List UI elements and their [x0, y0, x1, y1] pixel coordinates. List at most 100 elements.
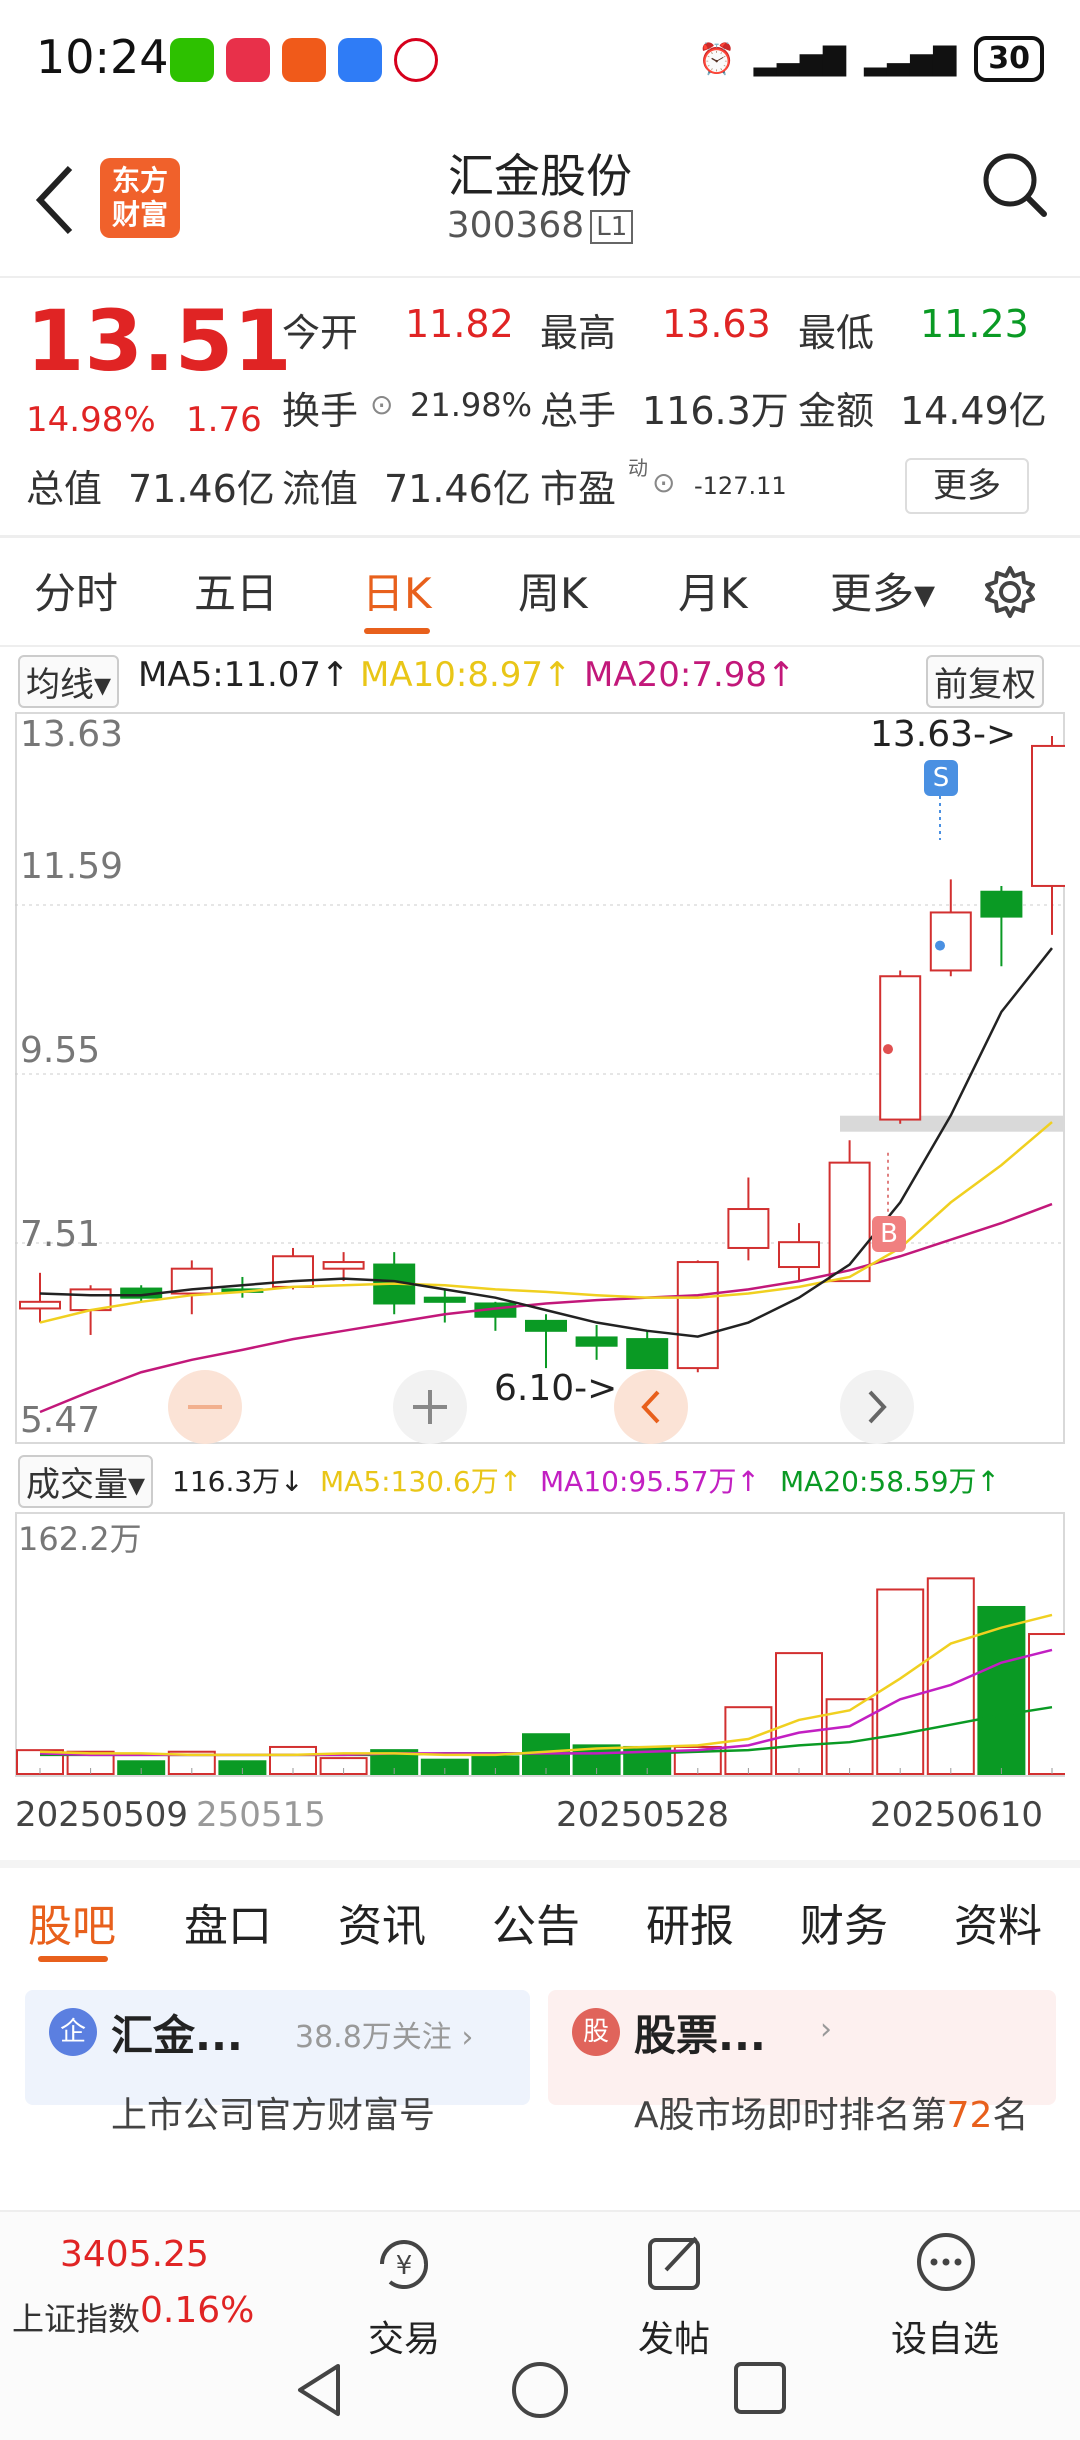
search-icon[interactable] — [980, 150, 1050, 220]
amount-label: 金额 — [798, 389, 875, 433]
volume-ma5: MA5:130.6万↑ — [320, 1465, 523, 1498]
nav-back-icon[interactable] — [290, 2360, 350, 2420]
stock-rank-card[interactable]: 股 股票... › A股市场即时排名第72名 — [548, 1990, 1056, 2136]
pe-info-icon[interactable]: ⊙ — [652, 466, 675, 499]
low-label: 最低 — [798, 311, 875, 355]
volume-selector[interactable]: 成交量▾ — [18, 1455, 154, 1508]
tab-finance[interactable]: 财务 — [800, 1890, 888, 1954]
date-label-4: 20250610 — [870, 1795, 1044, 1835]
stock-name: 汇金股份 — [448, 149, 632, 203]
rank-card-subtitle: A股市场即时排名第72名 — [634, 2086, 1028, 2138]
adjust-selector[interactable]: 前复权 — [926, 655, 1044, 708]
ma20-label: MA20:7.98↑ — [584, 655, 796, 695]
kline-chart[interactable] — [15, 712, 1065, 1444]
date-label-3: 20250528 — [556, 1795, 730, 1835]
change-amount: 1.76 — [186, 400, 262, 440]
candle-down — [626, 1338, 669, 1370]
candle-up — [727, 1208, 770, 1249]
rank-text-a: A股市场即时排名第 — [634, 2095, 947, 2136]
turnover-label: 换手 — [282, 389, 359, 433]
stock-code: 300368 — [446, 205, 585, 246]
more-options-icon[interactable] — [914, 2230, 978, 2294]
ma-selector[interactable]: 均线▾ — [18, 655, 120, 708]
volume-bar-up — [876, 1588, 925, 1775]
message-icon — [338, 38, 382, 82]
buy-badge[interactable]: B — [872, 1216, 906, 1252]
volume-chart[interactable] — [15, 1512, 1065, 1777]
amount-value: 14.49亿 — [900, 389, 1047, 433]
volume-ma10: MA10:95.57万↑ — [540, 1465, 760, 1498]
volume-current: 116.3万↓ — [172, 1465, 304, 1498]
pe-superscript: 动 — [628, 456, 648, 480]
cost-band — [840, 1115, 1065, 1132]
index-name[interactable]: 上证指数 — [12, 2294, 140, 2340]
system-nav-bar — [0, 2340, 1080, 2440]
open-value: 11.82 — [405, 302, 514, 346]
tab-intraday[interactable]: 分时 — [34, 560, 118, 621]
high-label: 最高 — [540, 311, 617, 355]
company-card-title: 汇金... — [111, 2011, 243, 2060]
date-label-1: 20250509 — [15, 1795, 189, 1835]
active-tab-indicator — [364, 628, 430, 634]
sell-badge[interactable]: S — [924, 760, 958, 796]
tab-monthly-k[interactable]: 月K — [678, 560, 748, 621]
company-account-card[interactable]: 企 汇金... 38.8万关注 › 上市公司官方财富号 — [25, 1990, 530, 2136]
trade-icon[interactable]: ¥ — [370, 2234, 438, 2294]
low-value: 11.23 — [920, 302, 1029, 346]
info-icon[interactable]: ⊙ — [370, 388, 393, 421]
change-percent: 14.98% — [26, 400, 156, 440]
float-cap-value: 71.46亿 — [384, 467, 531, 511]
tab-more[interactable]: 更多▾ — [830, 560, 935, 621]
status-time: 10:24 — [36, 30, 169, 84]
tab-five-day[interactable]: 五日 — [194, 560, 278, 621]
candle-up — [929, 911, 972, 972]
tab-forum[interactable]: 股吧 — [28, 1890, 116, 1954]
volume-bar-up — [775, 1652, 823, 1776]
tab-profile[interactable]: 资料 — [954, 1890, 1042, 1954]
candle-down — [575, 1336, 618, 1347]
tab-daily-k[interactable]: 日K — [362, 560, 432, 621]
nav-home-icon[interactable] — [508, 2360, 572, 2424]
company-badge-icon: 企 — [49, 2008, 97, 2056]
pe-label: 市盈 — [540, 467, 617, 511]
float-cap-label: 流值 — [282, 467, 359, 511]
turnover-value: 21.98% — [410, 386, 533, 424]
post-icon[interactable] — [644, 2230, 708, 2294]
ma10-label: MA10:8.97↑ — [360, 655, 572, 695]
volume-max-label: 162.2万 — [18, 1520, 142, 1558]
date-label-2: 250515 — [196, 1795, 326, 1835]
tab-announcements[interactable]: 公告 — [492, 1890, 580, 1954]
gear-icon[interactable] — [980, 562, 1040, 622]
index-change[interactable]: 0.16% — [140, 2290, 254, 2331]
zoom-in-button[interactable] — [393, 1370, 467, 1444]
market-cap-label: 总值 — [26, 467, 103, 511]
nav-recents-icon[interactable] — [730, 2360, 790, 2420]
candle-up — [19, 1300, 61, 1310]
signal-icon-1: ▂▃▅▇ — [753, 41, 846, 77]
bank-icon — [394, 38, 438, 82]
tab-research[interactable]: 研报 — [646, 1890, 734, 1954]
signal-icon-2: ▂▃▅▇ — [863, 41, 957, 77]
forum-tab-indicator — [38, 1956, 108, 1962]
candle-up — [322, 1261, 365, 1270]
tab-news[interactable]: 资讯 — [338, 1890, 426, 1954]
tab-weekly-k[interactable]: 周K — [518, 560, 588, 621]
chevron-right-icon: › — [820, 2012, 832, 2047]
tabs-divider — [0, 645, 1080, 647]
more-button[interactable]: 更多 — [905, 458, 1029, 514]
axis-label-bottom: 5.47 — [20, 1400, 101, 1441]
scroll-right-button[interactable] — [840, 1370, 914, 1444]
wechat-icon — [170, 38, 214, 82]
orange-app-icon — [282, 38, 326, 82]
axis-label-2: 11.59 — [20, 846, 124, 887]
index-value[interactable]: 3405.25 — [60, 2234, 209, 2275]
zoom-out-button[interactable] — [168, 1370, 242, 1444]
scroll-left-button[interactable] — [614, 1370, 688, 1444]
sell-point — [935, 940, 945, 951]
level-badge: L1 — [590, 210, 634, 244]
axis-label-top: 13.63 — [20, 714, 124, 755]
high-value: 13.63 — [662, 302, 771, 346]
pe-value: -127.11 — [694, 472, 787, 500]
tab-orderbook[interactable]: 盘口 — [184, 1890, 272, 1954]
candle-up — [778, 1241, 820, 1269]
